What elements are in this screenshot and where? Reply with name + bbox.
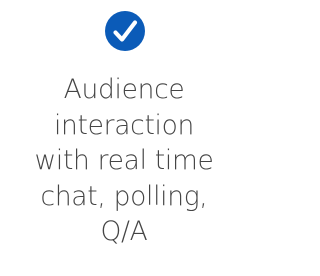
feature-text-line: Audience: [63, 74, 185, 105]
feature-description: Audience interaction with real time chat…: [0, 72, 248, 250]
check-circle-icon: [105, 11, 145, 51]
feature-text-line: with real time: [34, 145, 214, 176]
feature-text-line: Q/A: [100, 216, 148, 247]
feature-text-line: chat, polling,: [40, 180, 208, 212]
feature-text-line: interaction: [53, 109, 195, 141]
feature-card: Audience interaction with real time chat…: [0, 0, 248, 276]
